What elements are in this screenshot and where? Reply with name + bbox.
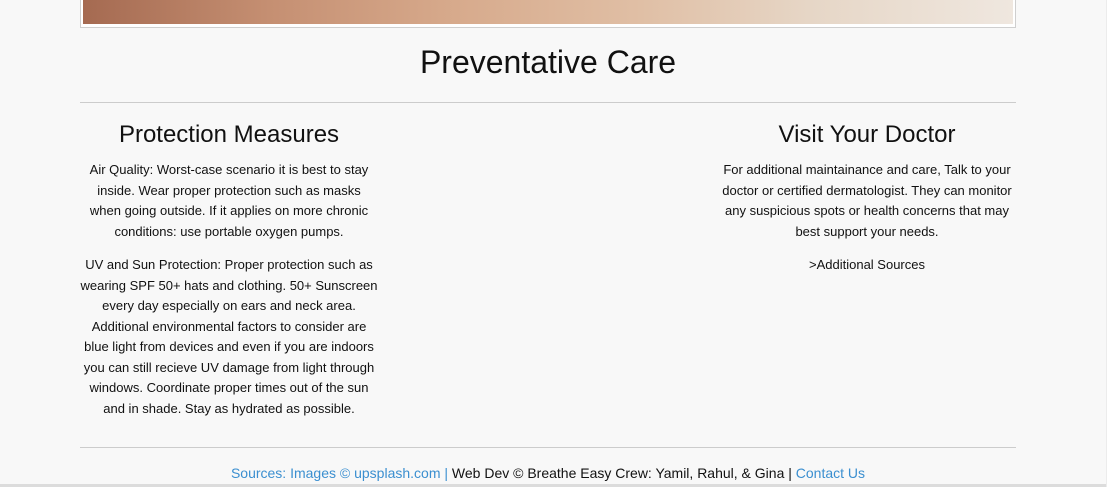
protection-measures-heading: Protection Measures: [118, 121, 340, 148]
footer-separator: |: [440, 465, 452, 481]
footer-separator-2: |: [784, 465, 796, 481]
visit-doctor-heading: Visit Your Doctor: [778, 121, 956, 148]
footer: Sources: Images © upsplash.com | Web Dev…: [80, 464, 1016, 482]
sources-link[interactable]: Sources: Images © upsplash.com: [231, 465, 441, 481]
divider-top: [80, 102, 1016, 103]
visit-doctor-section: Visit Your Doctor For additional maintai…: [718, 118, 1016, 289]
divider-bottom: [80, 447, 1016, 448]
additional-sources-link[interactable]: >Additional Sources: [718, 255, 1016, 276]
page-title: Preventative Care: [419, 44, 677, 80]
uv-sun-protection-paragraph: UV and Sun Protection: Proper protection…: [80, 257, 378, 416]
page-container: Preventative Care Protection Measures Ai…: [80, 0, 1016, 481]
footer-credits: Web Dev © Breathe Easy Crew: Yamil, Rahu…: [451, 465, 785, 481]
hero-image: [83, 0, 1013, 24]
visit-doctor-paragraph: For additional maintainance and care, Ta…: [722, 162, 1012, 239]
air-quality-paragraph: Air Quality: Worst-case scenario it is b…: [89, 162, 369, 239]
protection-measures-section: Protection Measures Air Quality: Worst-c…: [80, 118, 378, 432]
hero-image-frame: [80, 0, 1016, 28]
contact-us-link[interactable]: Contact Us: [796, 465, 865, 481]
